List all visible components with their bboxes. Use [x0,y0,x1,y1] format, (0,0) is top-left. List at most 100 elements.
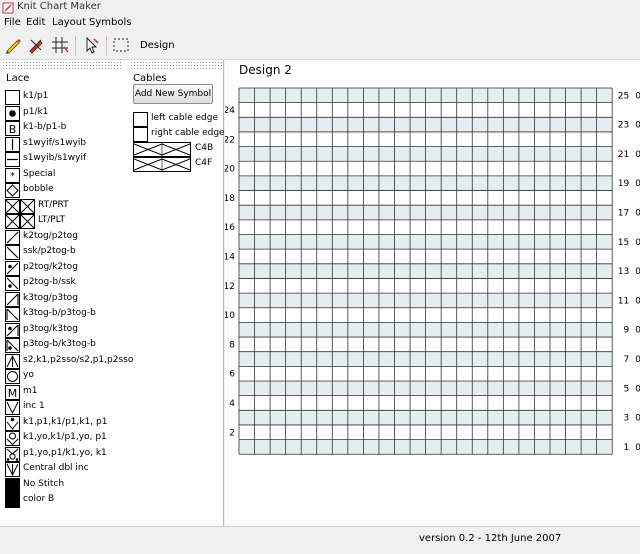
lace-panel-grip[interactable] [2,61,122,70]
toolbar: Design [0,32,640,60]
right-twist-icon [20,198,35,214]
eraser-tool-button[interactable] [25,34,47,56]
left-slant-bar-icon [5,307,20,322]
menu-edit[interactable]: Edit [26,17,45,28]
row-number-right: 9 [623,326,629,336]
pencil-icon [6,39,21,54]
symbol-label: s1wyib/s1wyif [23,153,87,163]
diamond-icon [5,183,20,198]
menu-layout[interactable]: Layout [52,17,86,28]
symbol-label: s1wyif/s1wyib [23,137,87,148]
symbol-item[interactable]: p1,yo,p1/k1,yo, k1 [5,446,165,462]
symbol-item[interactable]: bobble [5,183,165,198]
lace-section-label: Lace [6,73,30,84]
symbol-item[interactable]: k3tog/p3tog [5,291,165,307]
add-new-symbol-button[interactable]: Add New Symbol [133,84,213,104]
design-label: Design [140,40,175,51]
black-square-icon [5,493,20,508]
version-text: version 0.2 - 12th June 2007 [419,533,562,544]
symbol-item[interactable]: k1,p1,k1/p1,k1, p1 [5,415,165,431]
left-cable-edge-icon [133,112,148,127]
title-bar: Knit Chart Maker [0,0,640,16]
menu-bar: File Edit Layout Symbols [0,16,640,32]
symbol-item[interactable]: LT/PLT [5,214,165,229]
row-number-left: 10 [225,311,235,321]
row-number-left: 22 [225,135,235,145]
symbol-item[interactable]: p2tog-b/ssk [5,276,165,291]
symbol-item[interactable]: ssk/p2tog-b [5,245,165,260]
row-number-right: 25 [618,91,629,101]
symbol-item[interactable]: color B [5,493,165,508]
black-square-icon [5,477,20,493]
right-slant-dot-icon [5,260,20,276]
row-number-right: 3 [623,414,629,424]
v-circle-icon [5,431,20,446]
grid-icon [52,37,69,53]
symbol-label: p1,yo,p1/k1,yo, k1 [23,447,107,458]
symbol-item[interactable]: k3tog-b/p3tog-b [5,307,165,322]
symbol-label: Special [23,168,56,179]
v-icon [5,400,20,415]
symbol-item[interactable]: RT/PRT [5,198,165,214]
row-marker: 0 [635,296,640,306]
row-marker: 0 [635,238,640,248]
circle-icon [5,369,20,384]
cable-item-label: right cable edge [151,128,225,138]
grid-tool-button[interactable] [49,34,71,56]
row-number-left: 8 [229,340,235,350]
pencil-tool-button[interactable] [2,34,24,56]
window-title: Knit Chart Maker [17,1,101,12]
v-dot-icon [5,415,20,431]
cursor-icon [86,36,99,54]
symbol-label: p3tog-b/k3tog-b [23,339,96,349]
left-twist-icon [20,214,35,229]
cable-item-label: C4F [195,158,213,168]
marquee-tool-button[interactable] [110,34,132,56]
row-number-left: 2 [229,428,235,438]
symbol-item[interactable]: yo [5,369,165,384]
row-marker: 0 [635,179,640,189]
symbol-label: m1 [23,385,38,396]
symbol-item[interactable]: Mm1 [5,384,165,400]
row-marker: 0 [635,150,640,160]
row-number-right: 11 [618,296,629,306]
symbol-item[interactable]: p3tog/k3tog [5,322,165,338]
row-number-right: 5 [623,384,629,394]
row-number-left: 12 [225,282,235,292]
symbols-panel: Lace Cables k1/p1 p1/k1 Bk1-b/p1-b s1wyif/s… [0,60,225,526]
app-icon [2,2,14,14]
menu-symbols[interactable]: Symbols [89,17,131,28]
menu-file[interactable]: File [4,17,21,28]
double-decrease-icon [5,353,20,369]
symbol-label: yo [23,370,34,380]
symbol-item[interactable]: inc 1 [5,400,165,415]
symbol-label: p2tog-b/ssk [23,277,76,287]
symbol-item[interactable]: s2,k1,p2sso/s2,p1,p2sso [5,353,165,369]
symbol-item[interactable]: k2tog/p2tog [5,229,165,245]
symbol-label: k1-b/p1-b [23,122,67,132]
marquee-icon [113,38,129,52]
vertical-bar-icon [5,136,20,152]
c4b-cable-shape [134,143,190,156]
row-number-left: 14 [225,252,235,262]
select-tool-button[interactable] [80,34,102,56]
v-circle-dots-icon [5,446,20,462]
symbol-label: k3tog/p3tog [23,292,78,303]
cable-item-label: left cable edge [151,113,219,123]
left-twist-icon [5,214,20,229]
row-number-right: 19 [618,179,630,189]
knit-chart-grid[interactable]: 246810121416182022241 03 05 07 09 011 013 015 01… [225,60,640,526]
row-marker: 0 [635,443,640,453]
toolbar-separator [75,36,76,56]
symbol-item[interactable]: p3tog-b/k3tog-b [5,338,165,353]
symbol-item[interactable]: p2tog/k2tog [5,260,165,276]
symbol-label: k1,p1,k1/p1,k1, p1 [23,416,108,427]
symbol-label: Central dbl inc [23,463,89,473]
left-slant-dot-icon [5,276,20,291]
row-number-left: 16 [225,223,235,233]
symbol-item[interactable]: Central dbl inc [5,462,165,477]
cables-panel-grip[interactable] [130,61,222,70]
letter-b-icon: B [5,121,20,136]
symbol-item[interactable]: k1,yo,k1/p1,yo, p1 [5,431,165,446]
symbol-item[interactable]: No Stitch [5,477,165,493]
